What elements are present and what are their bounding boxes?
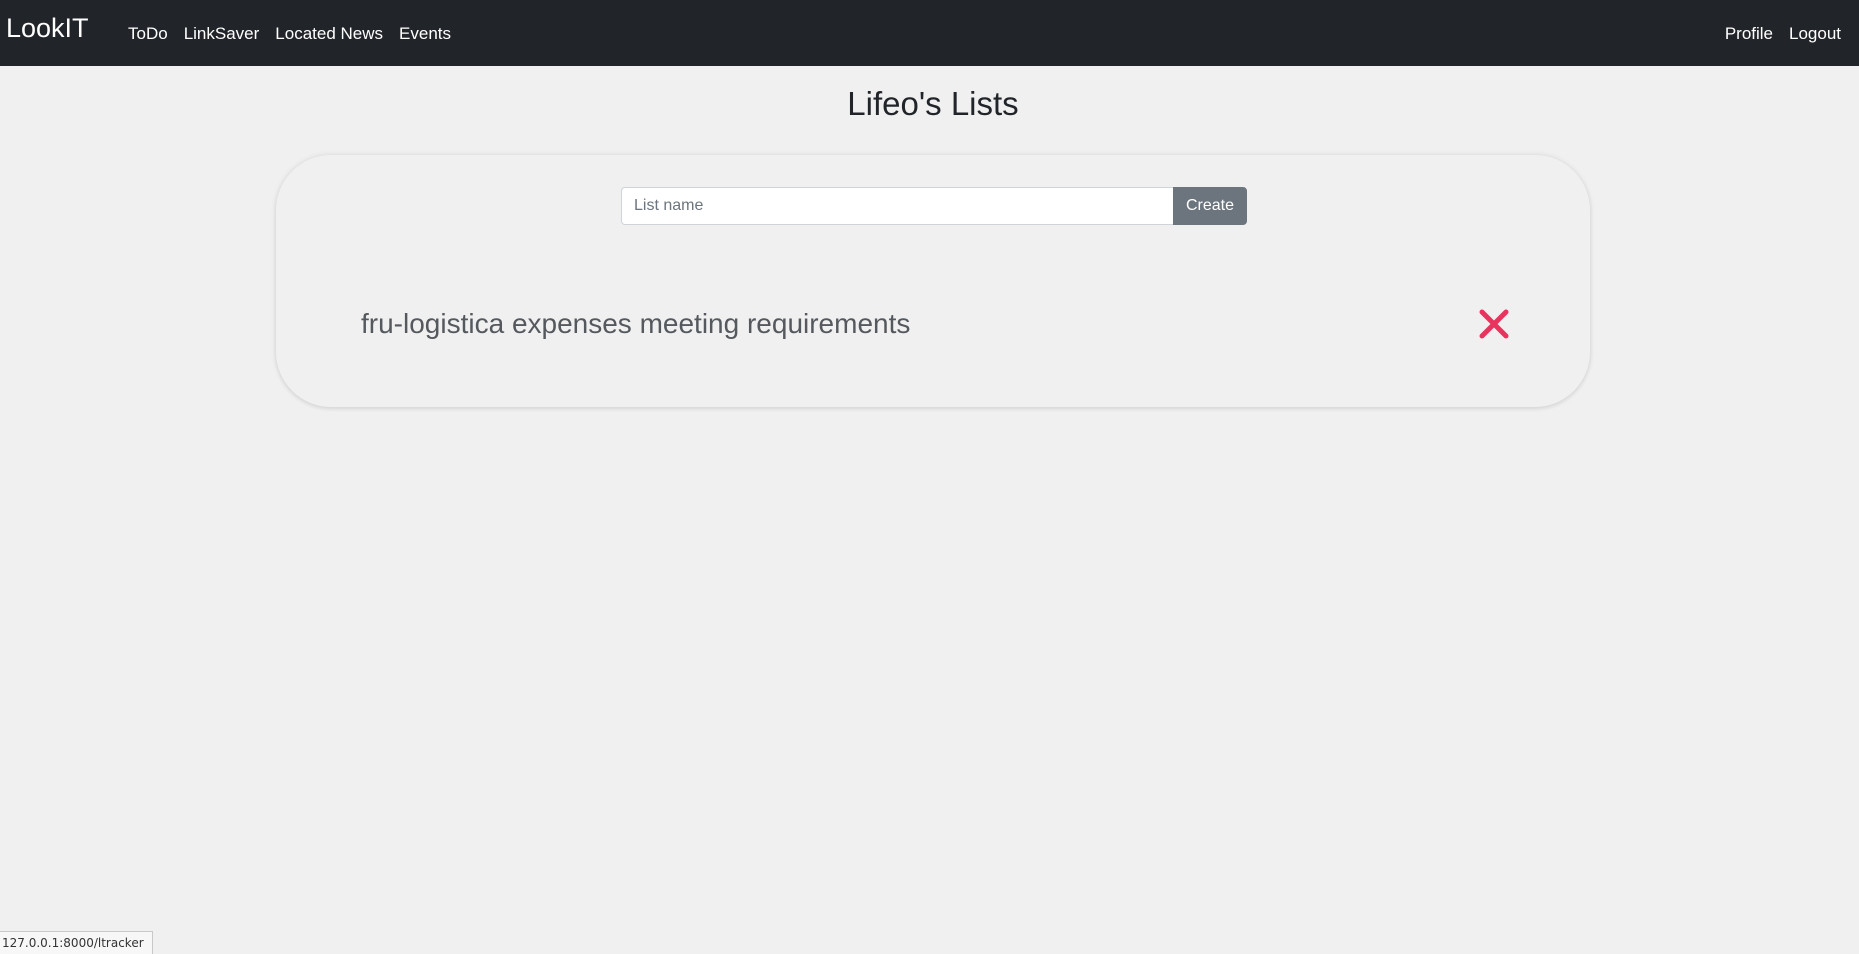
list-name-link[interactable]: fru-logistica expenses meeting requireme… [361,307,910,341]
browser-status-url: 127.0.0.1:8000/ltracker [0,931,153,954]
top-navbar: LookIT ToDo LinkSaver Located News Event… [0,0,1859,66]
nav-link-profile[interactable]: Profile [1725,24,1773,44]
create-button[interactable]: Create [1173,187,1247,225]
list-name-input[interactable] [621,187,1173,225]
nav-links: ToDo LinkSaver Located News Events [128,24,467,44]
delete-list-button[interactable] [1477,307,1511,341]
lists-card: Create fru-logistica expenses meeting re… [276,155,1590,407]
close-icon [1479,309,1509,339]
list-item: fru-logistica expenses meeting requireme… [361,303,1511,347]
page-title: Lifeo's Lists [847,85,1019,122]
create-list-form: Create [621,187,1247,225]
nav-right-links: Profile Logout [1709,24,1841,44]
nav-link-linksaver[interactable]: LinkSaver [184,24,260,44]
nav-link-logout[interactable]: Logout [1789,24,1841,44]
brand-logo[interactable]: LookIT [6,12,89,44]
nav-link-todo[interactable]: ToDo [128,24,168,44]
nav-link-located-news[interactable]: Located News [275,24,383,44]
nav-link-events[interactable]: Events [399,24,451,44]
